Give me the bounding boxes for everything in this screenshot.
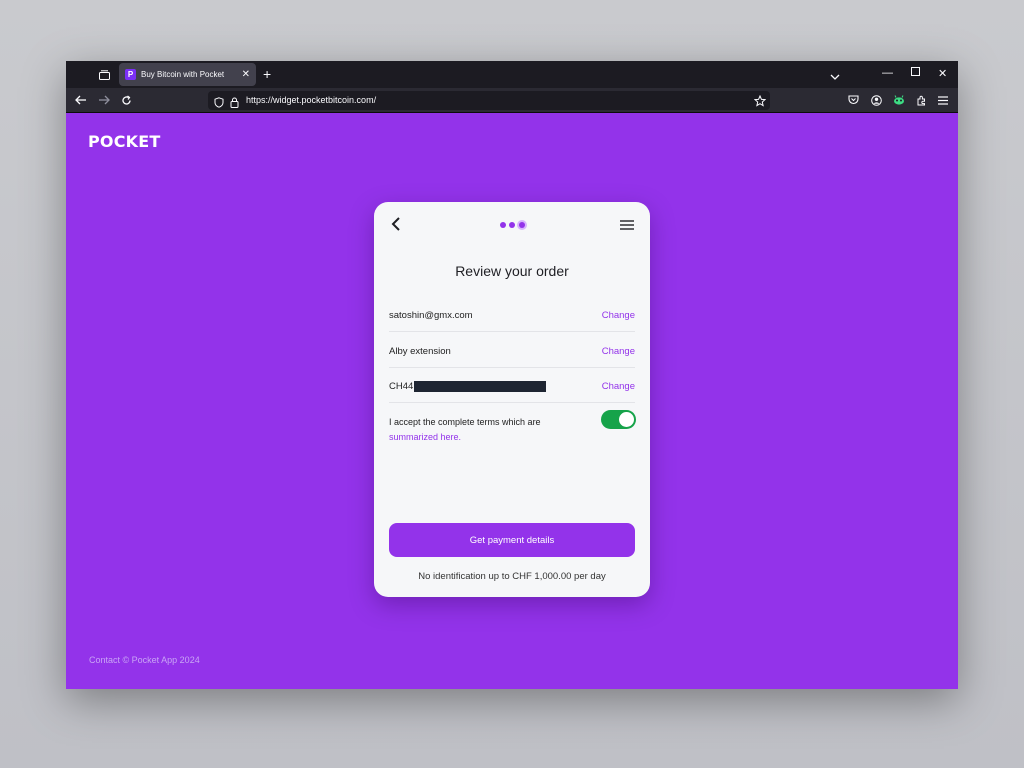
address-bar[interactable]: https://widget.pocketbitcoin.com/	[208, 91, 770, 110]
progress-dots	[499, 218, 529, 230]
toggle-knob	[619, 412, 634, 427]
menu-icon[interactable]	[936, 93, 950, 107]
nav-bar: https://widget.pocketbitcoin.com/	[66, 88, 958, 113]
iban-redacted	[414, 381, 546, 392]
terms-link-suffix: .	[458, 432, 462, 442]
reload-icon[interactable]	[119, 93, 133, 107]
change-iban-button[interactable]: Change	[602, 381, 635, 392]
shield-icon[interactable]	[214, 95, 224, 113]
close-window-icon[interactable]: ✕	[938, 67, 947, 80]
extensions-icon[interactable]	[914, 93, 928, 107]
page-title: Review your order	[455, 263, 569, 279]
order-review-card: Review your order satoshin@gmx.com Chang…	[374, 202, 650, 597]
get-payment-details-button[interactable]: Get payment details	[389, 523, 635, 557]
forward-arrow-icon[interactable]	[97, 93, 111, 107]
limit-note: No identification up to CHF 1,000.00 per…	[418, 571, 606, 582]
tab-title: Buy Bitcoin with Pocket	[141, 70, 225, 79]
wallet-row: Alby extension Change	[389, 332, 635, 368]
terms-label: I accept the complete terms which are	[389, 417, 541, 427]
plus-icon[interactable]: +	[263, 66, 271, 82]
tab-list-icon[interactable]	[94, 66, 114, 84]
pocket-logo[interactable]: POCKET	[88, 132, 161, 151]
terms-text: I accept the complete terms which are su…	[389, 415, 589, 445]
maximize-icon[interactable]	[911, 67, 920, 79]
terms-toggle[interactable]	[601, 410, 636, 429]
email-value: satoshin@gmx.com	[389, 310, 473, 321]
back-arrow-icon[interactable]	[74, 93, 88, 107]
minimize-icon[interactable]: —	[882, 67, 893, 79]
terms-link[interactable]: summarized here	[389, 432, 459, 442]
iban-prefix: CH44	[389, 381, 414, 392]
pocket-save-icon[interactable]	[846, 93, 860, 107]
footer-text[interactable]: Contact © Pocket App 2024	[89, 655, 200, 665]
tab-active[interactable]: P Buy Bitcoin with Pocket ✕	[119, 63, 256, 86]
lock-icon[interactable]	[230, 95, 239, 113]
pocket-favicon-icon: P	[125, 69, 136, 80]
url-text: https://widget.pocketbitcoin.com/	[246, 95, 377, 105]
extension-alby-icon[interactable]	[892, 93, 906, 107]
back-chevron-icon[interactable]	[389, 216, 403, 232]
chevron-down-icon[interactable]	[830, 68, 840, 86]
email-row: satoshin@gmx.com Change	[389, 296, 635, 332]
hamburger-menu-icon[interactable]	[620, 218, 634, 230]
page-content: POCKET Review your order satoshin@gmx.co…	[66, 113, 958, 689]
change-wallet-button[interactable]: Change	[602, 346, 635, 357]
browser-window: P Buy Bitcoin with Pocket ✕ + — ✕ https:…	[66, 61, 958, 689]
change-email-button[interactable]: Change	[602, 310, 635, 321]
star-icon[interactable]	[753, 94, 767, 112]
wallet-value: Alby extension	[389, 346, 451, 357]
iban-row: CH44 Change	[389, 367, 635, 403]
account-icon[interactable]	[869, 93, 883, 107]
close-icon[interactable]: ✕	[242, 69, 250, 80]
tab-bar: P Buy Bitcoin with Pocket ✕ + — ✕	[66, 61, 958, 88]
